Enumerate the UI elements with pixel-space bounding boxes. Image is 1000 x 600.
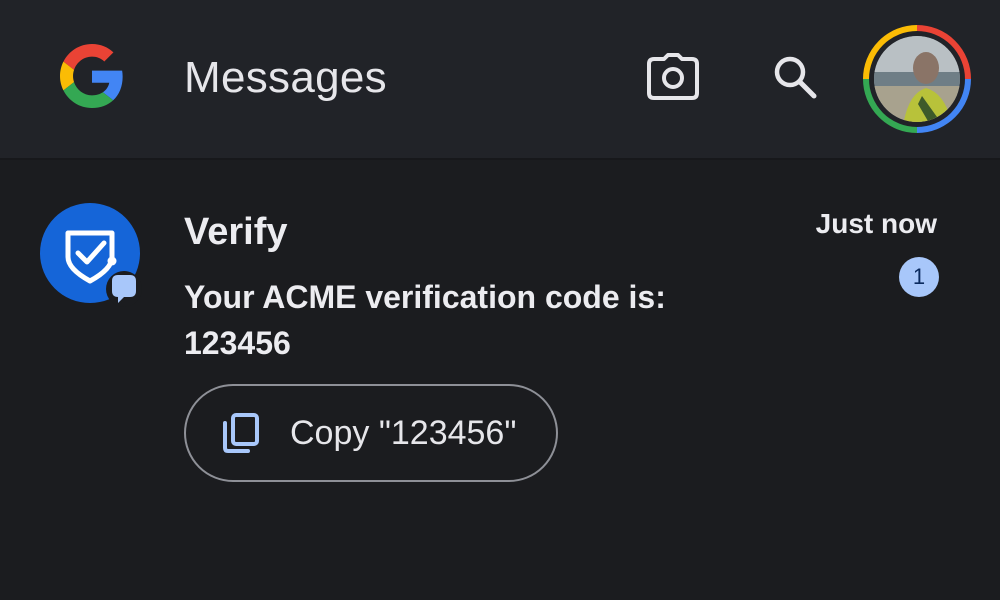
account-avatar[interactable] [862, 24, 972, 134]
snippet-line: Your ACME verification code is: [184, 279, 666, 315]
camera-icon [647, 53, 699, 100]
snippet-line: 123456 [184, 325, 291, 361]
camera-button[interactable] [640, 48, 706, 106]
search-icon [774, 56, 817, 99]
top-app-bar: Messages [0, 0, 1000, 158]
copy-code-button[interactable]: Copy "123456" [184, 384, 558, 482]
search-button[interactable] [762, 48, 828, 106]
app-title: Messages [184, 53, 387, 102]
google-g-icon [60, 44, 123, 108]
copy-icon [222, 413, 260, 453]
copy-code-label: Copy "123456" [290, 414, 517, 452]
verified-sender-icon [40, 203, 142, 307]
unread-badge: 1 [899, 257, 939, 297]
avatar-photo-icon [863, 25, 971, 133]
sender-name: Verify [184, 211, 288, 253]
message-snippet: Your ACME verification code is: 123456 [184, 274, 784, 366]
conversation-row[interactable]: Verify Your ACME verification code is: 1… [0, 160, 1000, 520]
timestamp: Just now [815, 208, 937, 239]
